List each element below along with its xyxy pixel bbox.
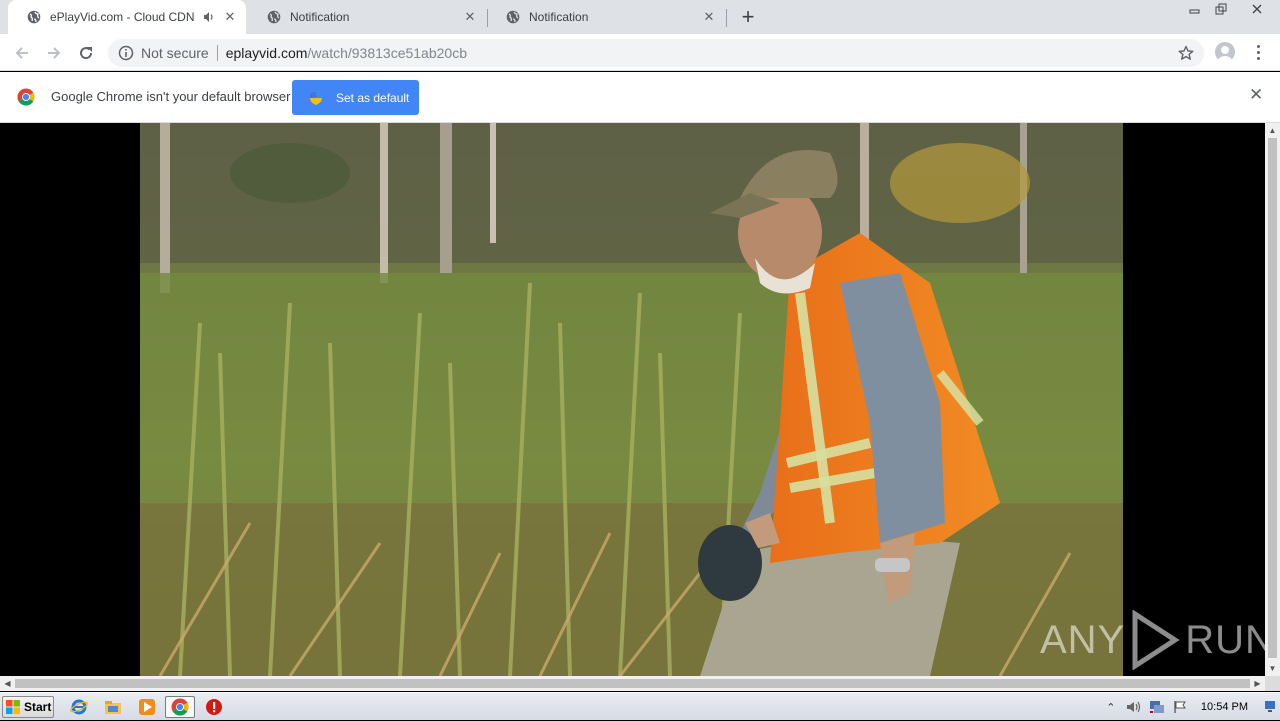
window-controls — [1182, 0, 1280, 18]
close-tab-icon[interactable]: ✕ — [222, 9, 238, 25]
scroll-down-icon[interactable]: ▼ — [1265, 661, 1280, 676]
minimize-icon[interactable] — [1182, 0, 1208, 18]
info-icon[interactable] — [118, 45, 134, 61]
globe-icon — [505, 9, 521, 25]
close-infobar-icon[interactable]: ✕ — [1249, 86, 1263, 103]
uac-shield-icon — [308, 90, 324, 106]
scroll-thumb[interactable] — [1268, 138, 1277, 658]
back-arrow-icon[interactable] — [10, 41, 34, 65]
explorer-icon[interactable] — [102, 697, 124, 717]
windows-flag-icon — [5, 699, 21, 715]
close-window-icon[interactable] — [1234, 0, 1280, 18]
horizontal-scrollbar[interactable]: ◀ ▶ — [0, 676, 1265, 691]
watermark-text-right: RUN — [1185, 617, 1275, 662]
divider — [216, 45, 218, 61]
tab-separator — [726, 9, 727, 27]
tab-notification-2[interactable]: Notification ✕ — [487, 0, 725, 34]
network-icon[interactable] — [1149, 699, 1165, 715]
tab-strip: ePlayVid.com - Cloud CDN ✕ Notification … — [0, 0, 1280, 34]
browser-toolbar: Not secure eplayvid.com/watch/93813ce51a… — [0, 34, 1280, 71]
tray-expand-icon[interactable]: ⌃ — [1103, 699, 1119, 715]
media-player-icon[interactable] — [136, 697, 158, 717]
scroll-left-icon[interactable]: ◀ — [0, 676, 15, 691]
close-tab-icon[interactable]: ✕ — [701, 9, 717, 25]
set-as-default-label: Set as default — [336, 90, 410, 105]
scroll-right-icon[interactable]: ▶ — [1250, 676, 1265, 691]
clock[interactable]: 10:54 PM — [1201, 701, 1248, 713]
globe-icon — [266, 9, 282, 25]
url-host: eplayvid.com — [225, 45, 308, 61]
forward-arrow-icon[interactable] — [42, 41, 66, 65]
chrome-icon[interactable] — [165, 696, 195, 718]
set-as-default-button[interactable]: Set as default — [292, 80, 419, 115]
anyrun-watermark: ANY RUN — [1040, 608, 1275, 672]
action-center-flag-icon[interactable] — [1172, 699, 1188, 715]
close-tab-icon[interactable]: ✕ — [462, 9, 478, 25]
tab-title: ePlayVid.com - Cloud CDN — [50, 10, 195, 24]
play-logo-icon — [1132, 610, 1180, 670]
tab-title: Notification — [529, 10, 589, 24]
scroll-thumb[interactable] — [15, 679, 1250, 688]
globe-icon — [26, 9, 42, 25]
profile-avatar-icon[interactable] — [1215, 42, 1235, 62]
bookmark-star-icon[interactable] — [1178, 45, 1194, 61]
start-button[interactable]: Start — [2, 696, 54, 718]
watermark-text-left: ANY — [1040, 617, 1126, 662]
video-player[interactable] — [140, 123, 1123, 676]
new-tab-button[interactable]: + — [738, 6, 758, 28]
volume-icon[interactable] — [1126, 699, 1142, 715]
taskbar: Start ⌃ 10:54 PM — [0, 692, 1280, 720]
system-tray: ⌃ 10:54 PM — [1103, 693, 1280, 721]
infobar-message: Google Chrome isn't your default browser — [51, 89, 291, 104]
address-bar[interactable]: Not secure eplayvid.com/watch/93813ce51a… — [108, 39, 1204, 67]
security-label[interactable]: Not secure — [141, 45, 209, 61]
page-content: ANY RUN — [0, 123, 1274, 676]
url-path: /watch/93813ce51ab20cb — [307, 45, 467, 61]
tab-eplayvid[interactable]: ePlayVid.com - Cloud CDN ✕ — [8, 0, 246, 34]
speaker-icon[interactable] — [202, 10, 216, 24]
start-label: Start — [24, 700, 52, 714]
vertical-scrollbar[interactable]: ▲ ▼ — [1265, 123, 1280, 676]
stop-icon[interactable] — [203, 697, 225, 717]
restore-icon[interactable] — [1208, 0, 1234, 18]
browser-window: ePlayVid.com - Cloud CDN ✕ Notification … — [0, 0, 1280, 720]
show-desktop-icon[interactable] — [1264, 699, 1276, 715]
scrollbar-corner — [1265, 676, 1280, 691]
reload-icon[interactable] — [74, 41, 98, 65]
menu-dots-icon[interactable] — [1250, 42, 1266, 62]
video-frame — [140, 123, 1123, 676]
chrome-logo-icon — [17, 88, 35, 106]
tab-title: Notification — [290, 10, 350, 24]
scroll-up-icon[interactable]: ▲ — [1265, 123, 1280, 138]
tab-notification-1[interactable]: Notification ✕ — [248, 0, 486, 34]
default-browser-infobar: Google Chrome isn't your default browser… — [0, 72, 1280, 123]
ie-icon[interactable] — [68, 697, 90, 717]
